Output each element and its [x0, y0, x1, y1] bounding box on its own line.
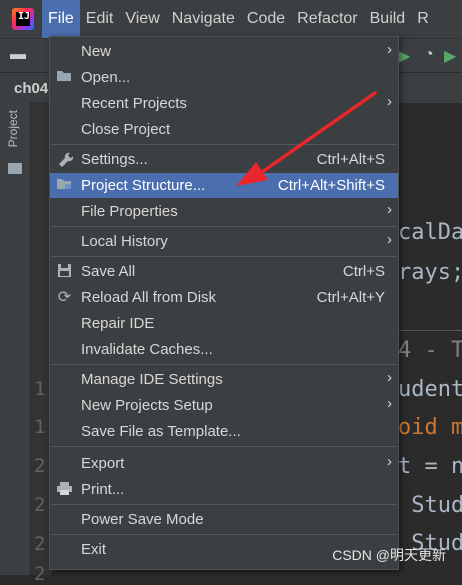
- menu-run[interactable]: R: [411, 0, 435, 38]
- project-tool-button[interactable]: Project: [6, 110, 20, 147]
- menu-item-repair-ide[interactable]: Repair IDE: [50, 311, 398, 336]
- menu-item-save-all[interactable]: Save All Ctrl+S: [50, 259, 398, 284]
- menu-item-close-project[interactable]: Close Project: [50, 117, 398, 142]
- menu-file[interactable]: File: [42, 0, 80, 38]
- code-line[interactable]: calDa: [398, 220, 462, 245]
- menu-separator: [51, 144, 397, 145]
- submenu-arrow-icon: ›: [387, 231, 392, 248]
- menu-item-label: Save All: [81, 263, 136, 280]
- menu-item-export[interactable]: Export ›: [50, 451, 398, 476]
- menu-item-print[interactable]: Print...: [50, 477, 398, 502]
- watermark: CSDN @明天更新: [332, 547, 446, 563]
- submenu-arrow-icon: ›: [387, 41, 392, 58]
- submenu-arrow-icon: ›: [387, 453, 392, 470]
- menu-item-label: Print...: [81, 481, 125, 498]
- code-line[interactable]: t = n: [398, 454, 462, 479]
- coverage-icon[interactable]: ▶: [444, 46, 456, 66]
- editor-tab[interactable]: ch04: [14, 80, 48, 97]
- menu-item-label: Invalidate Caches...: [81, 341, 213, 358]
- menu-separator: [51, 256, 397, 257]
- menu-code[interactable]: Code: [241, 0, 291, 38]
- menu-item-label: New Projects Setup: [81, 397, 213, 414]
- menu-bar: IJ File Edit View Navigate Code Refactor…: [0, 0, 462, 38]
- menu-item-label: Exit: [81, 541, 107, 558]
- menu-item-new-projects-setup[interactable]: New Projects Setup ›: [50, 393, 398, 418]
- line-number: 1: [34, 378, 46, 400]
- menu-item-reload-all[interactable]: ⟳ Reload All from Disk Ctrl+Alt+Y: [50, 285, 398, 310]
- menu-item-label: Manage IDE Settings: [81, 371, 223, 388]
- menu-item-save-file-as-template[interactable]: Save File as Template...: [50, 419, 398, 444]
- menu-item-label: Repair IDE: [81, 315, 155, 332]
- menu-item-label: Recent Projects: [81, 95, 187, 112]
- menu-separator: [51, 446, 397, 447]
- reload-icon: ⟳: [57, 289, 72, 306]
- menu-item-file-properties[interactable]: File Properties ›: [50, 199, 398, 224]
- menu-separator: [51, 364, 397, 365]
- run-icon[interactable]: ▶: [398, 46, 410, 66]
- wrench-icon: [56, 151, 73, 168]
- menu-separator: [51, 534, 397, 535]
- menu-item-label: Local History: [81, 233, 168, 250]
- menu-item-manage-ide-settings[interactable]: Manage IDE Settings ›: [50, 367, 398, 392]
- menu-item-label: Export: [81, 455, 125, 472]
- menu-item-label: Settings...: [81, 151, 148, 168]
- menu-item-label: Save File as Template...: [81, 423, 241, 440]
- menu-item-label: Project Structure...: [81, 177, 206, 194]
- menu-item-local-history[interactable]: Local History ›: [50, 229, 398, 254]
- code-line[interactable]: rays;: [398, 260, 462, 285]
- submenu-arrow-icon: ›: [387, 395, 392, 412]
- menu-item-new[interactable]: New ›: [50, 39, 398, 64]
- menu-item-project-structure[interactable]: Project Structure... Ctrl+Alt+Shift+S: [50, 173, 398, 198]
- menu-item-power-save-mode[interactable]: Power Save Mode: [50, 507, 398, 532]
- menu-item-settings[interactable]: Settings... Ctrl+Alt+S: [50, 147, 398, 172]
- menu-separator: [51, 504, 397, 505]
- menu-edit[interactable]: Edit: [80, 0, 120, 38]
- file-menu-dropdown: New › Open... Recent Projects › Close Pr…: [49, 36, 399, 570]
- menu-item-label: File Properties: [81, 203, 178, 220]
- menu-navigate[interactable]: Navigate: [166, 0, 241, 38]
- menu-item-recent-projects[interactable]: Recent Projects ›: [50, 91, 398, 116]
- menu-refactor[interactable]: Refactor: [291, 0, 363, 38]
- menu-item-label: Power Save Mode: [81, 511, 204, 528]
- menu-item-shortcut: Ctrl+S: [342, 263, 385, 280]
- menu-separator: [51, 226, 397, 227]
- menu-item-shortcut: Ctrl+Alt+Shift+S: [277, 177, 385, 194]
- project-folder-icon: [8, 163, 22, 174]
- code-line[interactable]: oid m: [398, 415, 462, 440]
- debug-icon[interactable]: ◔: [424, 46, 434, 64]
- menu-view[interactable]: View: [119, 0, 165, 38]
- project-structure-icon: [56, 177, 73, 194]
- submenu-arrow-icon: ›: [387, 369, 392, 386]
- menu-item-shortcut: Ctrl+Alt+Y: [316, 289, 385, 306]
- menu-item-label: Open...: [81, 69, 131, 86]
- code-line[interactable]: Stud: [398, 493, 462, 518]
- submenu-arrow-icon: ›: [387, 93, 392, 110]
- line-number: 2: [34, 494, 46, 516]
- code-line[interactable]: 4 - T: [398, 338, 462, 363]
- folder-open-icon: [56, 69, 73, 86]
- code-line[interactable]: udent: [398, 377, 462, 402]
- method-separator: [396, 330, 462, 331]
- menu-item-shortcut: Ctrl+Alt+S: [316, 151, 385, 168]
- menu-item-label: Close Project: [81, 121, 171, 138]
- menu-item-label: Reload All from Disk: [81, 289, 217, 306]
- submenu-arrow-icon: ›: [387, 201, 392, 218]
- menu-build[interactable]: Build: [364, 0, 412, 38]
- intellij-logo-icon[interactable]: IJ: [12, 8, 34, 30]
- line-number: 2: [34, 533, 46, 555]
- folder-icon[interactable]: ▬: [10, 46, 26, 64]
- menu-item-label: New: [81, 43, 112, 60]
- save-icon: [56, 263, 73, 280]
- menu-item-open[interactable]: Open...: [50, 65, 398, 90]
- line-number: 2: [34, 563, 46, 585]
- line-number: 1: [34, 416, 46, 438]
- menu-item-invalidate-caches[interactable]: Invalidate Caches...: [50, 337, 398, 362]
- print-icon: [56, 481, 73, 498]
- line-number: 2: [34, 455, 46, 477]
